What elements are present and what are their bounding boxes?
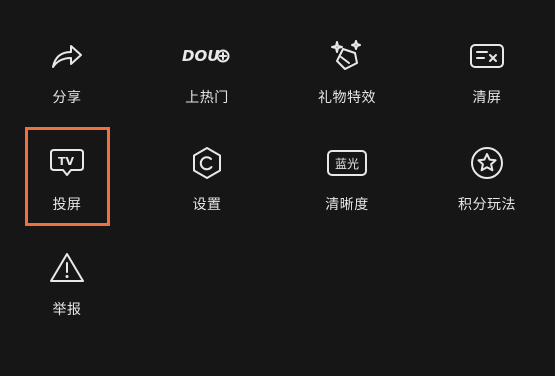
clear-screen-icon xyxy=(432,35,542,77)
cast-screen-button[interactable]: TV 投屏 xyxy=(12,142,122,232)
trending-label: 上热门 xyxy=(185,90,229,106)
share-label: 分享 xyxy=(52,90,82,106)
quality-badge-icon: 蓝光 xyxy=(292,142,402,184)
tv-cast-icon: TV xyxy=(12,142,122,184)
gift-effects-button[interactable]: 礼物特效 xyxy=(292,35,402,125)
share-arrow-icon xyxy=(12,35,122,77)
star-circle-icon xyxy=(432,142,542,184)
gift-effects-label: 礼物特效 xyxy=(318,90,376,106)
more-options-panel: 分享 DOU 上热门 礼物特效 清屏 TV 投屏 设置 蓝光 清晰度 积分玩法 … xyxy=(0,0,555,376)
svg-text:DOU: DOU xyxy=(182,47,219,65)
points-games-label: 积分玩法 xyxy=(458,197,516,213)
report-label: 举报 xyxy=(52,302,82,318)
clear-screen-label: 清屏 xyxy=(472,90,502,106)
share-button[interactable]: 分享 xyxy=(12,35,122,125)
trending-button[interactable]: DOU 上热门 xyxy=(152,35,262,125)
cast-screen-label: 投屏 xyxy=(52,197,82,213)
svg-text:蓝光: 蓝光 xyxy=(335,157,359,171)
quality-button[interactable]: 蓝光 清晰度 xyxy=(292,142,402,232)
report-button[interactable]: 举报 xyxy=(12,247,122,337)
warning-triangle-icon xyxy=(12,247,122,289)
svg-text:TV: TV xyxy=(58,155,75,168)
dou-plus-icon: DOU xyxy=(152,35,262,77)
settings-hexagon-icon xyxy=(152,142,262,184)
points-games-button[interactable]: 积分玩法 xyxy=(432,142,542,232)
quality-label: 清晰度 xyxy=(325,197,369,213)
settings-button[interactable]: 设置 xyxy=(152,142,262,232)
gift-sparkle-icon xyxy=(292,35,402,77)
clear-screen-button[interactable]: 清屏 xyxy=(432,35,542,125)
settings-label: 设置 xyxy=(192,197,222,213)
